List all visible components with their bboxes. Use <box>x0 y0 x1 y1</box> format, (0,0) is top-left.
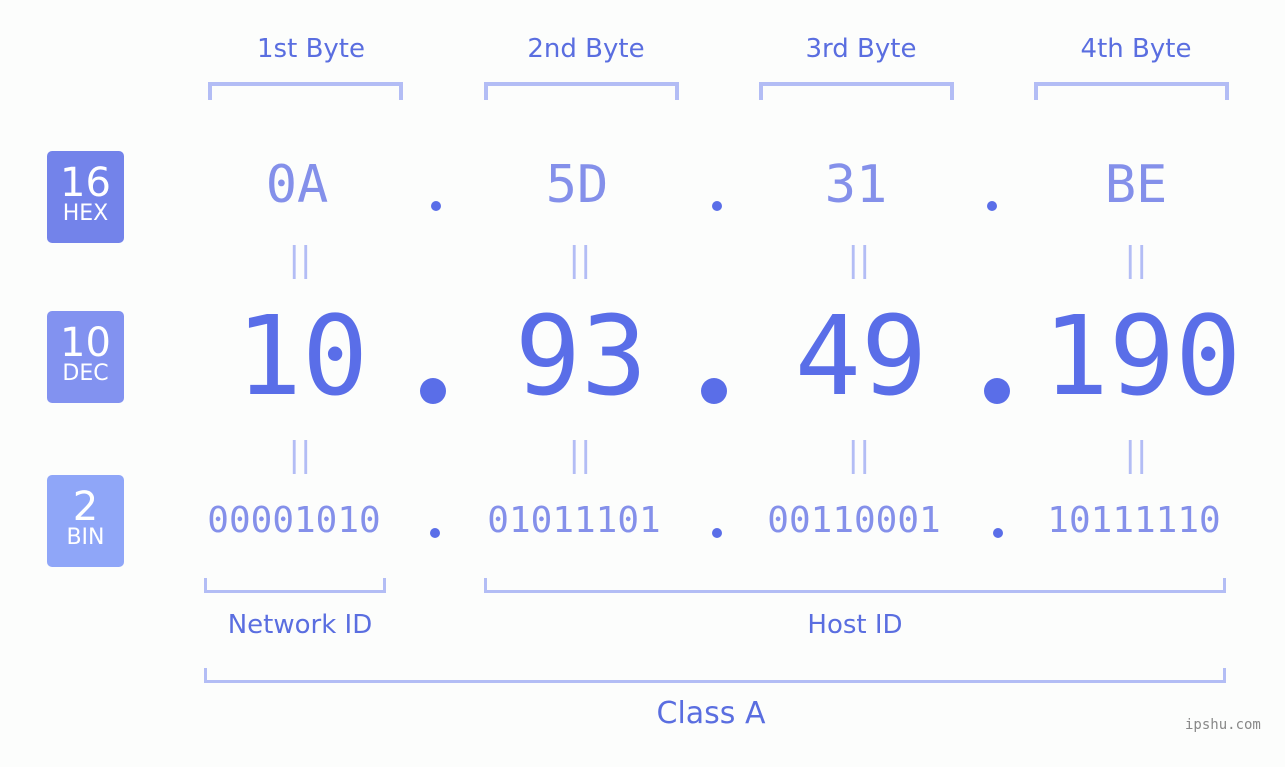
bin-value-2: 01011101 <box>487 500 661 541</box>
bin-value-4: 10111110 <box>1047 500 1221 541</box>
network-id-bracket <box>204 578 386 593</box>
byte-bracket-2 <box>484 82 679 100</box>
bin-value-1: 00001010 <box>207 500 381 541</box>
equals-hex-dec-4: || <box>1124 240 1148 280</box>
dec-value-4: 190 <box>1042 292 1242 420</box>
class-bracket <box>204 668 1226 683</box>
bin-dot-2 <box>712 528 722 538</box>
bin-value-3: 00110001 <box>767 500 941 541</box>
dec-value-1: 10 <box>235 292 369 420</box>
byte-header-4: 4th Byte <box>1080 34 1192 64</box>
hex-value-4: BE <box>1104 155 1168 215</box>
equals-dec-bin-1: || <box>288 435 312 475</box>
dec-value-3: 49 <box>794 292 928 420</box>
equals-dec-bin-3: || <box>847 435 871 475</box>
byte-header-1: 1st Byte <box>257 34 365 64</box>
hex-badge: 16 HEX <box>47 151 124 243</box>
hex-value-3: 31 <box>824 155 888 215</box>
hex-dot-2 <box>712 201 722 211</box>
host-id-bracket <box>484 578 1226 593</box>
dec-dot-3 <box>984 378 1010 404</box>
hex-dot-3 <box>987 201 997 211</box>
dec-value-2: 93 <box>514 292 648 420</box>
byte-bracket-1 <box>208 82 403 100</box>
network-id-label: Network ID <box>227 610 373 640</box>
equals-dec-bin-4: || <box>1124 435 1148 475</box>
site-watermark: ipshu.com <box>1185 717 1261 733</box>
equals-dec-bin-2: || <box>568 435 592 475</box>
bin-dot-1 <box>430 528 440 538</box>
hex-dot-1 <box>431 201 441 211</box>
dec-badge: 10 DEC <box>47 311 124 403</box>
hex-value-2: 5D <box>545 155 609 215</box>
equals-hex-dec-2: || <box>568 240 592 280</box>
hex-base-label: HEX <box>62 201 109 226</box>
byte-header-2: 2nd Byte <box>527 34 645 64</box>
dec-base-label: DEC <box>62 361 109 386</box>
byte-bracket-4 <box>1034 82 1229 100</box>
bin-base-label: BIN <box>66 525 105 550</box>
hex-base-number: 16 <box>60 160 111 206</box>
dec-base-number: 10 <box>60 320 111 366</box>
dec-dot-2 <box>701 378 727 404</box>
bin-base-number: 2 <box>72 484 99 530</box>
equals-hex-dec-1: || <box>288 240 312 280</box>
dec-dot-1 <box>420 378 446 404</box>
host-id-label: Host ID <box>807 610 903 640</box>
byte-bracket-3 <box>759 82 954 100</box>
bin-badge: 2 BIN <box>47 475 124 567</box>
equals-hex-dec-3: || <box>847 240 871 280</box>
bin-dot-3 <box>993 528 1003 538</box>
byte-header-3: 3rd Byte <box>805 34 917 64</box>
class-label: Class A <box>656 696 766 731</box>
hex-value-1: 0A <box>265 155 329 215</box>
